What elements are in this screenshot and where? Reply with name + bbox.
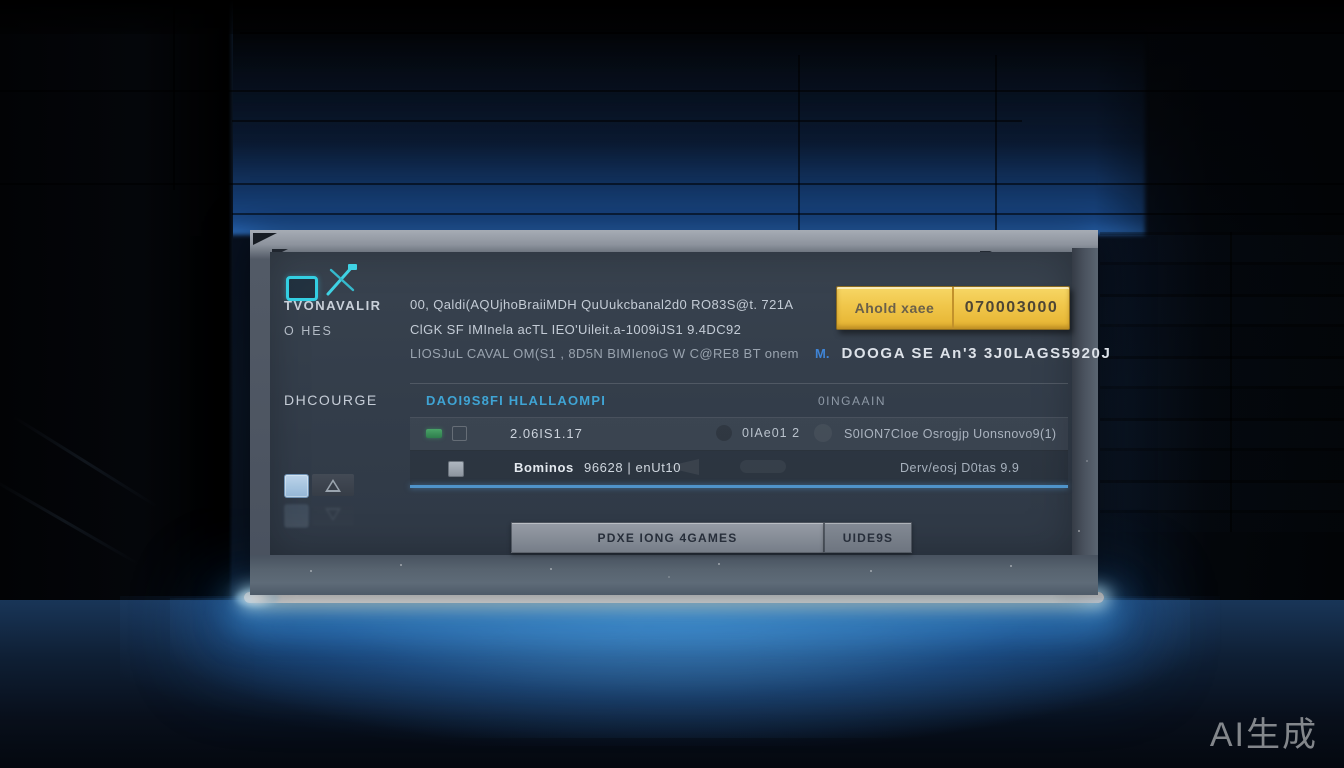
- status-led[interactable]: [426, 429, 442, 438]
- table-header-left[interactable]: DAOI9S8FI HLALLAOMPI: [426, 393, 606, 408]
- row-cell-id: 2.06IS1.17: [510, 426, 583, 441]
- ai-watermark: AI生成: [1210, 707, 1318, 756]
- grid-line: [798, 55, 800, 233]
- grid-line: [173, 0, 175, 190]
- description-line: ClGK SF IMInela acTL IEO'Uileit.a-1009iJ…: [410, 318, 850, 343]
- row-cell-detail: Derv/eosj D0tas 9.9: [900, 461, 1019, 475]
- checkbox[interactable]: [452, 426, 467, 441]
- table-row[interactable]: 2.06IS1.17 0IAe01 2 S0ION7CIoe Osrogjp U…: [410, 417, 1068, 451]
- description-text: 00, Qaldi(AQUjhoBraiiMDH QuUukcbanal2d0 …: [410, 293, 850, 367]
- background-blue-band: [225, 30, 1145, 235]
- grid-line: [995, 55, 997, 233]
- grid-line: [1230, 232, 1232, 532]
- secondary-action-button[interactable]: UIDE9S: [824, 522, 912, 553]
- corner-notch: [253, 233, 277, 245]
- background-right-stripes: [1100, 232, 1344, 532]
- checkbox[interactable]: [448, 461, 464, 477]
- price-button[interactable]: Ahold xaee 070003000: [836, 286, 1070, 330]
- row-cell-code: 0IAe01 2: [742, 426, 800, 440]
- table-header-row: DAOI9S8FI HLALLAOMPI 0INGAAIN: [410, 384, 1068, 418]
- primary-action-button[interactable]: PDXE IONG 4GAMES: [511, 522, 824, 553]
- panel-frame-bottom: [250, 555, 1098, 595]
- grid-line: [232, 213, 1344, 215]
- grid-line: [0, 183, 1344, 185]
- panel-content: TVONAVALIR O HES DHCOURGE 00, Qaldi(AQUj…: [270, 252, 1072, 555]
- m-badge-icon: M.: [815, 346, 829, 361]
- description-line: LIOSJuL CAVAL OM(S1 , 8D5N BIMIenoG W C@…: [410, 342, 850, 367]
- ghost-circle-icon: [814, 424, 832, 442]
- grid-line: [240, 32, 1344, 34]
- row-cell-detail: S0ION7CIoe Osrogjp Uonsnovo9(1): [844, 427, 1057, 441]
- glow-haze: [170, 598, 1190, 738]
- pickaxe-logo-icon: [322, 262, 360, 298]
- price-button-label[interactable]: Ahold xaee: [837, 287, 954, 329]
- main-panel: TVONAVALIR O HES DHCOURGE 00, Qaldi(AQUj…: [250, 230, 1098, 595]
- background-top-shadow: [0, 0, 1344, 34]
- data-table: DAOI9S8FI HLALLAOMPI 0INGAAIN 2.06IS1.17…: [410, 383, 1068, 491]
- price-button-value[interactable]: 070003000: [954, 287, 1069, 329]
- description-line: 00, Qaldi(AQUjhoBraiiMDH QuUukcbanal2d0 …: [410, 293, 850, 318]
- ghost-circle-icon: [716, 425, 732, 441]
- row-cell-name: Bominos: [514, 460, 574, 475]
- sidebar-item-dhcourge[interactable]: DHCOURGE: [284, 392, 378, 408]
- code-line: M. DOOGA SE An'3 3J0LAGS5920J: [815, 342, 1068, 364]
- code-text: DOOGA SE An'3 3J0LAGS5920J: [841, 345, 1111, 362]
- ghost-arrow-icon: [665, 459, 699, 475]
- ghost-blob: [740, 460, 786, 473]
- grid-line: [0, 90, 1344, 92]
- file-icon[interactable]: [284, 474, 309, 498]
- file-icon-reflection: [284, 504, 309, 528]
- warning-triangle-icon: [325, 479, 341, 492]
- sidebar-item-ohes[interactable]: O HES: [284, 324, 333, 338]
- panel-frame-right: [1072, 248, 1098, 595]
- table-header-right[interactable]: 0INGAAIN: [818, 394, 886, 408]
- scene: TVONAVALIR O HES DHCOURGE 00, Qaldi(AQUj…: [0, 0, 1344, 768]
- grid-line: [232, 120, 1022, 122]
- warning-icon-reflection: [312, 504, 354, 526]
- logo-title: TVONAVALIR: [284, 298, 382, 313]
- table-bottom-accent: [410, 485, 1068, 488]
- warning-icon[interactable]: [312, 474, 354, 496]
- table-row[interactable]: Bominos 96628 | enUt10 Derv/eosj D0tas 9…: [410, 451, 1068, 485]
